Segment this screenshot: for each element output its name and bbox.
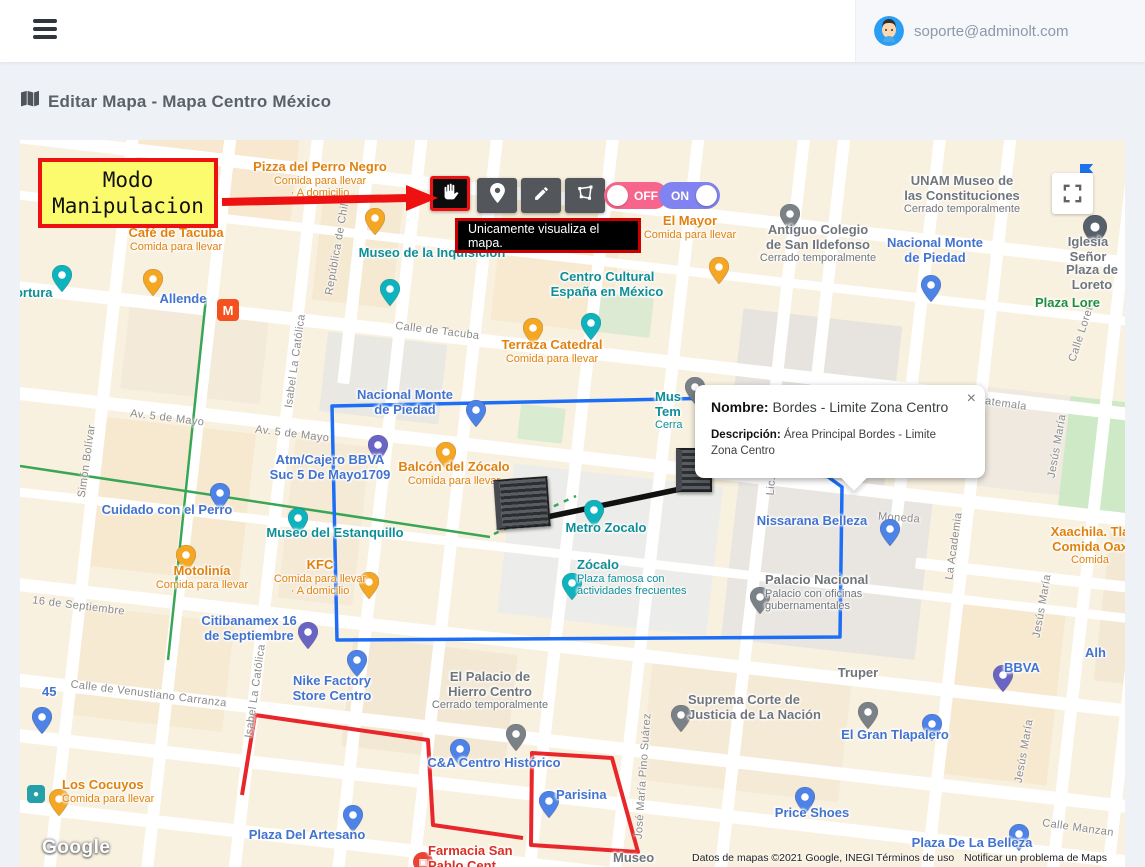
map-info-window: Nombre: Bordes - Limite Zona Centro Desc… — [695, 385, 985, 491]
hand-icon — [441, 182, 460, 206]
map-label[interactable]: C&A Centro Histórico — [334, 755, 654, 771]
map-label[interactable]: BBVA — [1004, 660, 1040, 676]
polygon-icon — [576, 184, 594, 207]
map-canvas[interactable]: Nombre: Bordes - Limite Zona Centro Desc… — [20, 140, 1125, 867]
map-label[interactable]: Nacional Monte de Piedad — [245, 387, 565, 417]
map-label[interactable]: Suprema Corte de Justicia de La Nación — [688, 692, 821, 722]
off-toggle-label: OFF — [634, 188, 658, 203]
map-label[interactable]: Museo — [613, 850, 654, 866]
fullscreen-icon — [1063, 184, 1082, 203]
page-title: Editar Mapa - Mapa Centro México — [20, 90, 331, 113]
marker-icon — [489, 183, 505, 208]
map-label[interactable]: Los Cocuyos Comida para llevar — [62, 777, 154, 805]
map-pin-gray[interactable] — [505, 723, 527, 756]
hamburger-menu-icon[interactable] — [33, 19, 59, 43]
map-label[interactable]: Plaza De La Belleza — [812, 835, 1125, 851]
pencil-icon — [533, 185, 550, 207]
map-label[interactable]: El Palacio de Hierro Centro Cerrado tempor… — [330, 669, 650, 711]
on-toggle-label: ON — [671, 188, 689, 203]
on-toggle[interactable]: ON — [659, 182, 720, 209]
info-description-row: Descripción: Área Principal Bordes - Lim… — [711, 429, 936, 457]
olt-device-image[interactable] — [493, 476, 551, 530]
map-pin-blue[interactable] — [31, 706, 53, 739]
map-label[interactable]: Farmacia San Pablo Cent — [428, 843, 513, 867]
report-problem-link[interactable]: Notificar un problema de Maps — [964, 852, 1107, 864]
map-label[interactable]: Truper — [698, 665, 1018, 681]
map-label[interactable]: Cuidado con el Perro — [20, 502, 327, 518]
tool-tooltip: Unicamente visualiza el mapa. — [455, 218, 641, 253]
map-label[interactable]: Centro Cultural España en México — [447, 269, 767, 299]
map-label[interactable]: Parisina — [556, 787, 607, 803]
user-email: soporte@adminolt.com — [914, 22, 1069, 40]
close-icon[interactable]: × — [967, 391, 976, 407]
info-name-row: Nombre: Bordes - Limite Zona Centro — [711, 399, 949, 415]
map-label[interactable]: Citibanamex 16 de Septiembre — [89, 613, 409, 643]
map-icon — [20, 90, 40, 113]
map-label[interactable]: Iglesia Señor — [928, 234, 1125, 264]
hand-tool-button[interactable] — [430, 176, 470, 211]
street-label: Lic. — [764, 476, 779, 496]
map-label[interactable]: 45 — [42, 684, 56, 700]
map-pin-teal[interactable] — [379, 278, 401, 311]
map-label[interactable]: El Gran Tlapalero — [735, 727, 1055, 743]
top-navbar: soporte@adminolt.com — [0, 0, 1145, 62]
map-label[interactable]: Plaza de Loreto — [932, 262, 1125, 292]
map-label[interactable]: Terraza Catedral Comida para llevar — [392, 337, 712, 365]
terms-link[interactable]: Términos de uso — [876, 852, 954, 864]
annotation-box: Modo Manipulacion — [38, 158, 218, 228]
user-avatar — [874, 16, 904, 46]
map-label[interactable]: Zócalo Plaza famosa con actividades frecue… — [577, 557, 686, 597]
map-label[interactable]: KFC Comida para llevar · A domicilio — [160, 557, 480, 597]
map-label[interactable]: Price Shoes — [652, 805, 972, 821]
polygon-tool-button[interactable] — [565, 178, 605, 213]
fullscreen-button[interactable] — [1052, 173, 1093, 214]
map-label[interactable]: Balcón del Zócalo Comida para llevar — [294, 459, 614, 487]
transit-icon[interactable]: ● — [27, 785, 45, 803]
map-label[interactable]: Alh — [1085, 645, 1106, 661]
map-label[interactable]: Plaza Del Artesano — [147, 827, 467, 843]
marker-tool-button[interactable] — [477, 178, 517, 213]
account-menu[interactable]: soporte@adminolt.com — [855, 0, 1145, 62]
google-watermark: Google — [42, 837, 111, 858]
map-label[interactable]: Plaza Lore — [1035, 295, 1100, 311]
map-label[interactable]: Nissarana Belleza — [652, 513, 972, 529]
draw-tool-button[interactable] — [521, 178, 561, 213]
map-label[interactable]: Palacio Nacional Palacio con oficinas gube… — [765, 572, 868, 612]
map-label[interactable]: Xaachila. Tla Comida Oax Comida — [930, 524, 1125, 566]
map-copyright: Datos de mapas ©2021 Google, INEGI — [692, 852, 874, 864]
map-label[interactable]: Allende — [23, 291, 343, 307]
map-label[interactable]: Mus Tem Cerra — [655, 389, 683, 431]
map-pin-orange[interactable] — [364, 207, 386, 240]
